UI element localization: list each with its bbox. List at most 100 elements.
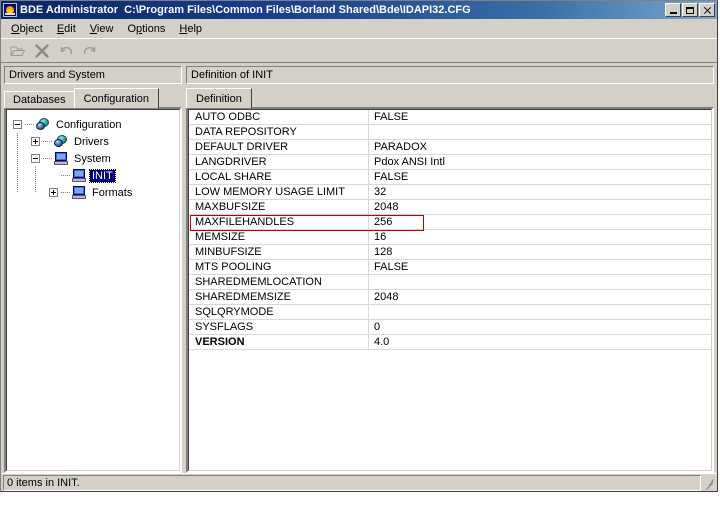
tab-configuration[interactable]: Configuration bbox=[73, 88, 160, 108]
definition-row-value[interactable]: 128 bbox=[369, 245, 711, 259]
definition-row-name: MEMSIZE bbox=[189, 230, 369, 244]
definition-row-name: SYSFLAGS bbox=[189, 320, 369, 334]
window-title-path: C:\Program Files\Common Files\Borland Sh… bbox=[124, 4, 471, 16]
menu-item-options[interactable]: Options bbox=[120, 21, 172, 37]
definition-row[interactable]: LANGDRIVER Pdox ANSI Intl bbox=[189, 155, 711, 170]
close-icon bbox=[703, 6, 712, 15]
definition-row[interactable]: MINBUFSIZE 128 bbox=[189, 245, 711, 260]
window-title: BDE Administrator C:\Program Files\Commo… bbox=[20, 4, 665, 16]
definition-row-value[interactable]: PARADOX bbox=[369, 140, 711, 154]
left-pane: Drivers and System Databases Configurati… bbox=[4, 66, 182, 473]
definition-list: AUTO ODBC FALSE DATA REPOSITORY DEFAULT DRI… bbox=[189, 110, 711, 350]
bde-app-icon[interactable] bbox=[3, 3, 17, 17]
computer-icon-base bbox=[54, 161, 68, 165]
undo-icon bbox=[58, 44, 74, 58]
status-text: 0 items in INIT. bbox=[3, 474, 701, 491]
computer-icon-screen bbox=[73, 169, 85, 178]
tree-node-system[interactable]: System bbox=[31, 150, 179, 167]
menu-item-object-rest: bject bbox=[19, 22, 43, 35]
tree-expander-drivers[interactable] bbox=[31, 137, 40, 146]
definition-row-name: AUTO ODBC bbox=[189, 110, 369, 124]
definition-row-value[interactable]: 2048 bbox=[369, 290, 711, 304]
delete-button[interactable] bbox=[31, 41, 53, 61]
definition-row-value[interactable]: FALSE bbox=[369, 260, 711, 274]
tree-node-drivers[interactable]: Drivers bbox=[31, 133, 179, 150]
menu-item-edit-rest: dit bbox=[64, 22, 76, 35]
tree-connector bbox=[43, 157, 52, 160]
bde-app-icon-sun bbox=[6, 6, 14, 13]
tree-expander-formats[interactable] bbox=[49, 188, 58, 197]
definition-row[interactable]: MAXFILEHANDLES 256 bbox=[189, 215, 711, 230]
menu-item-edit[interactable]: Edit bbox=[50, 21, 83, 37]
window-controls bbox=[665, 3, 715, 17]
tree-label-system: System bbox=[74, 152, 111, 165]
menu-item-options-rest: tions bbox=[142, 22, 166, 35]
definition-panel-inner: AUTO ODBC FALSE DATA REPOSITORY DEFAULT DRI… bbox=[188, 109, 712, 471]
definition-row[interactable]: DEFAULT DRIVER PARADOX bbox=[189, 140, 711, 155]
tree-expander-configuration[interactable] bbox=[13, 120, 22, 129]
screenshot-root: BDE Administrator C:\Program Files\Commo… bbox=[0, 0, 720, 512]
tree-node-formats[interactable]: Formats bbox=[49, 184, 179, 201]
tree-node-configuration[interactable]: Configuration bbox=[13, 116, 179, 133]
definition-row-value[interactable]: 2048 bbox=[369, 200, 711, 214]
tree-panel-inner: Configuration Drivers System INIT Format… bbox=[6, 109, 180, 471]
definition-row[interactable]: SYSFLAGS 0 bbox=[189, 320, 711, 335]
globe-icon bbox=[53, 134, 69, 149]
tree-children-system: INIT Formats bbox=[31, 167, 179, 201]
definition-row[interactable]: SHAREDMEMLOCATION bbox=[189, 275, 711, 290]
tree-node-init[interactable]: INIT bbox=[49, 167, 179, 184]
bde-administrator-window: BDE Administrator C:\Program Files\Commo… bbox=[0, 0, 718, 492]
definition-row[interactable]: AUTO ODBC FALSE bbox=[189, 110, 711, 125]
title-bar[interactable]: BDE Administrator C:\Program Files\Commo… bbox=[1, 1, 717, 19]
menu-item-object[interactable]: Object bbox=[4, 21, 50, 37]
menu-item-view-rest: iew bbox=[96, 22, 114, 35]
definition-row-value[interactable]: 16 bbox=[369, 230, 711, 244]
maximize-button[interactable] bbox=[682, 3, 698, 17]
definition-row-name: MAXFILEHANDLES bbox=[189, 215, 369, 229]
delete-x-icon bbox=[34, 43, 50, 59]
definition-row-value[interactable]: FALSE bbox=[369, 170, 711, 184]
definition-row-value[interactable]: 32 bbox=[369, 185, 711, 199]
definition-row[interactable]: VERSION 4.0 bbox=[189, 335, 711, 350]
definition-row-value[interactable]: 0 bbox=[369, 320, 711, 334]
tree-connector bbox=[43, 140, 52, 143]
tree-connector bbox=[61, 174, 70, 177]
definition-row-value[interactable]: 4.0 bbox=[369, 335, 711, 349]
maximize-icon bbox=[686, 6, 694, 14]
definition-row[interactable]: MTS POOLING FALSE bbox=[189, 260, 711, 275]
definition-row[interactable]: SHAREDMEMSIZE 2048 bbox=[189, 290, 711, 305]
menu-bar: Object Edit View Options Help bbox=[1, 19, 717, 39]
menu-item-view[interactable]: View bbox=[83, 21, 121, 37]
minimize-button[interactable] bbox=[665, 3, 681, 17]
definition-row[interactable]: SQLQRYMODE bbox=[189, 305, 711, 320]
menu-item-help[interactable]: Help bbox=[172, 21, 209, 37]
resize-grip[interactable] bbox=[701, 476, 715, 490]
tree-label-init: INIT bbox=[89, 168, 116, 183]
definition-row[interactable]: LOW MEMORY USAGE LIMIT 32 bbox=[189, 185, 711, 200]
close-button[interactable] bbox=[699, 3, 715, 17]
definition-row[interactable]: MEMSIZE 16 bbox=[189, 230, 711, 245]
globe-icon-bottom bbox=[36, 122, 45, 130]
definition-row-name: SQLQRYMODE bbox=[189, 305, 369, 319]
tab-databases[interactable]: Databases bbox=[4, 91, 75, 108]
open-button[interactable] bbox=[7, 41, 29, 61]
definition-row-name: DEFAULT DRIVER bbox=[189, 140, 369, 154]
redo-button[interactable] bbox=[79, 41, 101, 61]
tree-expander-init bbox=[49, 171, 58, 180]
definition-row-name: LOW MEMORY USAGE LIMIT bbox=[189, 185, 369, 199]
tab-definition[interactable]: Definition bbox=[186, 88, 252, 108]
definition-row-name: LANGDRIVER bbox=[189, 155, 369, 169]
definition-row[interactable]: LOCAL SHARE FALSE bbox=[189, 170, 711, 185]
definition-row-value[interactable]: FALSE bbox=[369, 110, 711, 124]
undo-button[interactable] bbox=[55, 41, 77, 61]
definition-row-value[interactable]: Pdox ANSI Intl bbox=[369, 155, 711, 169]
tree-expander-system[interactable] bbox=[31, 154, 40, 163]
definition-row[interactable]: DATA REPOSITORY bbox=[189, 125, 711, 140]
left-pane-tabstrip: Databases Configuration bbox=[4, 88, 182, 108]
globe-icon bbox=[35, 117, 51, 132]
computer-icon bbox=[71, 185, 87, 200]
definition-row[interactable]: MAXBUFSIZE 2048 bbox=[189, 200, 711, 215]
toolbar bbox=[1, 39, 717, 63]
configuration-tree: Configuration Drivers System INIT Format… bbox=[7, 110, 179, 201]
definition-row-value[interactable]: 256 bbox=[369, 215, 711, 229]
